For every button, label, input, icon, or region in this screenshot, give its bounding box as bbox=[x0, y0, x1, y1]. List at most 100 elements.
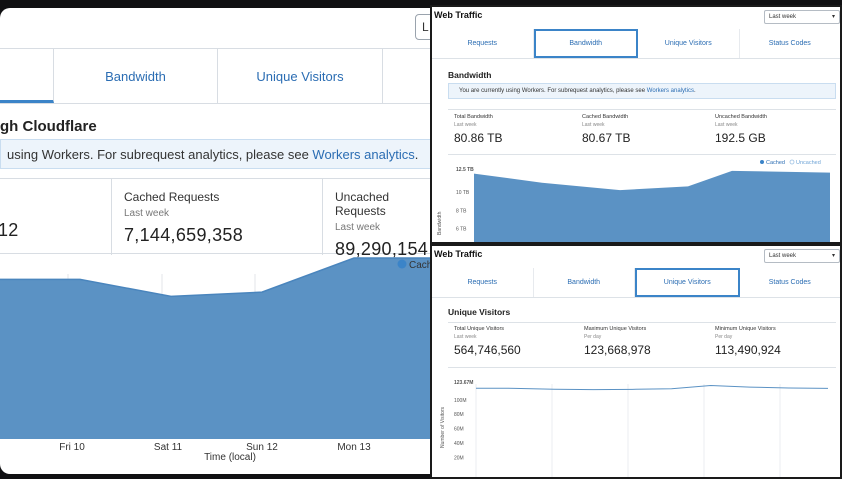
y-tick-label: 12.5 TB bbox=[456, 167, 474, 173]
stat-label: Uncached Requests bbox=[335, 190, 390, 218]
stat-period: Last week bbox=[454, 122, 477, 128]
divider bbox=[448, 322, 836, 323]
legend-uncached-label: Uncached bbox=[796, 160, 821, 166]
notice-text: using Workers. For subrequest analytics,… bbox=[7, 147, 313, 162]
y-tick-label: 100M bbox=[454, 398, 467, 404]
stat-minimum-unique-visitors: Minimum Unique Visitors Per day 113,490,… bbox=[715, 326, 781, 357]
cached-area-series bbox=[0, 258, 434, 439]
stat-value: 12 bbox=[0, 220, 19, 240]
time-range-select[interactable]: Last week ▾ bbox=[764, 249, 840, 263]
visitors-line-series bbox=[475, 384, 829, 391]
stat-label: Total Bandwidth bbox=[454, 114, 493, 120]
divider bbox=[448, 109, 836, 110]
tab-requests[interactable]: Requests bbox=[432, 29, 534, 58]
tab-bandwidth[interactable]: Bandwidth bbox=[533, 29, 638, 58]
stat-period: Last week bbox=[454, 334, 477, 340]
y-axis-title: Number of Visitors bbox=[440, 406, 446, 448]
stat-period: Last week bbox=[582, 122, 605, 128]
y-tick-label: 123.67M bbox=[454, 380, 473, 386]
stat-total-requests: 12 bbox=[0, 179, 110, 255]
y-tick-label: 10 TB bbox=[456, 190, 470, 196]
stat-cached-requests: Cached Requests Last week 7,144,659,358 bbox=[111, 179, 322, 255]
legend-uncached-dot bbox=[789, 159, 795, 165]
stat-value: 7,144,659,358 bbox=[124, 225, 244, 245]
notice-text: You are currently using Workers. For sub… bbox=[459, 88, 647, 94]
cached-area-series bbox=[474, 170, 830, 242]
y-tick-label: 80M bbox=[454, 412, 464, 418]
unique-visitors-panel: Web Traffic Last week ▾ Requests Bandwid… bbox=[430, 244, 842, 479]
tab-unique-visitors[interactable]: Unique Visitors bbox=[635, 268, 740, 297]
web-traffic-title: Web Traffic bbox=[434, 10, 483, 20]
divider bbox=[448, 367, 836, 368]
time-range-value: Last week bbox=[769, 14, 797, 20]
tab-status-codes[interactable]: Status Codes bbox=[740, 268, 841, 297]
stat-value: 192.5 GB bbox=[715, 131, 766, 145]
bandwidth-chart: 12.5 TB10 TB8 TB6 TB4 TB Cached Uncached… bbox=[437, 159, 830, 242]
stat-uncached-bandwidth: Uncached Bandwidth Last week 192.5 GB bbox=[715, 114, 767, 145]
y-tick-label: 6 TB bbox=[456, 227, 467, 233]
workers-analytics-link[interactable]: Workers analytics bbox=[312, 147, 414, 162]
x-tick-label: Sat 11 bbox=[154, 442, 183, 453]
stat-period: Last week bbox=[715, 122, 738, 128]
stat-uncached-requests: Uncached Requests Last week 89,290,154 bbox=[322, 179, 434, 259]
stat-label: Minimum Unique Visitors bbox=[715, 326, 776, 332]
legend-cached-label: Cached bbox=[766, 160, 785, 166]
chevron-down-icon: ▾ bbox=[831, 14, 835, 20]
stat-label: Cached Requests bbox=[124, 190, 220, 204]
legend-cached-dot bbox=[397, 259, 407, 269]
stat-maximum-unique-visitors: Maximum Unique Visitors Per day 123,668,… bbox=[584, 326, 651, 357]
stat-label: Cached Bandwidth bbox=[582, 114, 629, 120]
tab-bandwidth[interactable]: Bandwidth bbox=[534, 268, 635, 297]
tab-status-codes[interactable]: Status Codes bbox=[740, 29, 841, 58]
stat-period: Last week bbox=[335, 222, 381, 233]
tab-status-codes[interactable] bbox=[383, 49, 434, 103]
workers-notice: using Workers. For subrequest analytics,… bbox=[0, 139, 434, 169]
section-heading: Bandwidth bbox=[448, 70, 492, 80]
x-axis-title: Time (local) bbox=[204, 452, 256, 463]
x-tick-label: Fri 10 bbox=[59, 442, 85, 453]
cached-requests-chart: Cach Fri 10 Sat 11 Sun 12 Mon 13 Time (loca… bbox=[0, 257, 434, 463]
tab-unique-visitors[interactable]: Unique Visitors bbox=[218, 49, 383, 103]
notice-end: . bbox=[414, 147, 419, 162]
stat-label: Uncached Bandwidth bbox=[715, 114, 767, 120]
bandwidth-panel: Web Traffic Last week ▾ Requests Bandwid… bbox=[430, 5, 842, 244]
workers-notice: You are currently using Workers. For sub… bbox=[448, 83, 836, 99]
y-axis-title: Bandwidth bbox=[437, 211, 443, 235]
tab-requests[interactable]: Requests bbox=[432, 268, 534, 297]
stat-value: 113,490,924 bbox=[715, 343, 781, 357]
workers-analytics-link[interactable]: Workers analytics bbox=[647, 88, 694, 94]
y-tick-label: 60M bbox=[454, 427, 464, 433]
notice-end: . bbox=[694, 88, 696, 94]
tab-requests[interactable] bbox=[0, 49, 54, 103]
tab-bar: Requests Bandwidth Unique Visitors Statu… bbox=[432, 29, 840, 59]
legend-cached-label: Cach bbox=[409, 260, 432, 271]
stat-cached-bandwidth: Cached Bandwidth Last week 80.67 TB bbox=[582, 114, 630, 145]
section-heading: gh Cloudflare bbox=[0, 118, 97, 135]
web-traffic-title: Web Traffic bbox=[434, 249, 483, 259]
unique-visitors-chart: 123.67M 100M 80M 60M 40M 20M Number of Visito… bbox=[440, 380, 829, 477]
y-tick-label: 40M bbox=[454, 441, 464, 447]
stat-total-bandwidth: Total Bandwidth Last week 80.86 TB bbox=[454, 114, 502, 145]
y-tick-label: 8 TB bbox=[456, 208, 467, 214]
y-tick-label: 20M bbox=[454, 456, 464, 462]
stat-total-unique-visitors: Total Unique Visitors Last week 564,746,… bbox=[454, 326, 521, 357]
tab-bandwidth[interactable]: Bandwidth bbox=[54, 49, 218, 103]
stat-value: 564,746,560 bbox=[454, 343, 521, 357]
tab-bar: Bandwidth Unique Visitors bbox=[0, 48, 434, 104]
stats-row: 12 Cached Requests Last week 7,144,659,3… bbox=[0, 178, 434, 259]
stat-period: Last week bbox=[124, 208, 170, 219]
stat-value: 80.86 TB bbox=[454, 131, 503, 145]
x-tick-label: Mon 13 bbox=[337, 442, 371, 453]
section-heading: Unique Visitors bbox=[448, 307, 511, 317]
tab-unique-visitors[interactable]: Unique Visitors bbox=[638, 29, 740, 58]
stat-label: Total Unique Visitors bbox=[454, 326, 505, 332]
bandwidth-panel-zoomed: L Bandwidth Unique Visitors gh Cloudflar… bbox=[0, 8, 434, 474]
stat-value: 123,668,978 bbox=[584, 343, 651, 357]
stat-period: Per day bbox=[715, 334, 733, 340]
stat-period: Per day bbox=[584, 334, 602, 340]
time-range-select[interactable]: Last week ▾ bbox=[764, 10, 840, 24]
stat-value: 80.67 TB bbox=[582, 131, 631, 145]
stat-label: Maximum Unique Visitors bbox=[584, 326, 647, 332]
legend-cached-dot bbox=[760, 160, 764, 164]
time-range-value: Last week bbox=[769, 253, 797, 259]
